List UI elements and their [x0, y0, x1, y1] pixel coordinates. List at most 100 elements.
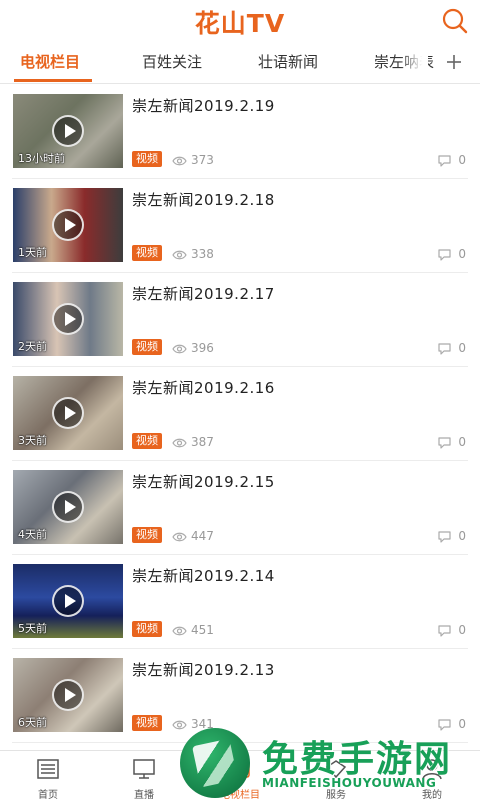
list-item[interactable]: 2天前 崇左新闻2019.2.17 视频 396 0 [0, 273, 480, 367]
view-count: 447 [172, 528, 214, 544]
comment-count[interactable]: 0 [437, 340, 466, 356]
nav-live[interactable]: 直播 [114, 751, 174, 800]
view-count: 341 [172, 716, 214, 732]
play-icon[interactable] [52, 115, 84, 147]
nav-label: 电视栏目 [220, 790, 260, 800]
video-title[interactable]: 崇左新闻2019.2.18 [132, 189, 275, 210]
view-count: 338 [172, 246, 214, 262]
eye-icon [172, 626, 187, 636]
video-thumbnail[interactable]: 4天前 [13, 470, 123, 544]
plus-icon [447, 55, 461, 69]
video-thumbnail[interactable]: 6天前 [13, 658, 123, 732]
view-count: 451 [172, 622, 214, 638]
view-count: 373 [172, 152, 214, 168]
view-count-value: 447 [191, 529, 214, 543]
comment-icon [438, 155, 451, 167]
play-icon[interactable] [52, 209, 84, 241]
comment-icon [438, 531, 451, 543]
comment-icon [438, 437, 451, 449]
tab-public-concern[interactable]: 百姓关注 [142, 42, 202, 83]
nav-label: 首页 [38, 790, 58, 800]
comment-count[interactable]: 0 [437, 246, 466, 262]
comment-count-value: 0 [458, 717, 466, 731]
comment-count-value: 0 [458, 435, 466, 449]
play-icon[interactable] [52, 679, 84, 711]
tab-overflow-fade [400, 42, 428, 83]
time-ago: 1天前 [18, 246, 47, 259]
eye-icon [172, 438, 187, 448]
view-count-value: 373 [191, 153, 214, 167]
video-title[interactable]: 崇左新闻2019.2.15 [132, 471, 275, 492]
time-ago: 2天前 [18, 340, 47, 353]
time-ago: 5天前 [18, 622, 47, 635]
view-count-value: 341 [191, 717, 214, 731]
app-logo: 花山TV [194, 9, 286, 38]
view-count: 396 [172, 340, 214, 356]
eye-icon [172, 344, 187, 354]
video-thumbnail[interactable]: 5天前 [13, 564, 123, 638]
video-thumbnail[interactable]: 3天前 [13, 376, 123, 450]
nav-service[interactable]: 服务 [306, 751, 366, 800]
comment-icon [438, 249, 451, 261]
time-ago: 6天前 [18, 716, 47, 729]
tab-zhuang-news[interactable]: 壮语新闻 [258, 42, 318, 83]
search-icon [442, 8, 468, 34]
video-thumbnail[interactable]: 2天前 [13, 282, 123, 356]
nav-me[interactable]: 我的 [402, 751, 462, 800]
comment-count[interactable]: 0 [437, 434, 466, 450]
divider [12, 742, 468, 743]
eye-icon [172, 156, 187, 166]
video-title[interactable]: 崇左新闻2019.2.19 [132, 95, 275, 116]
list-item[interactable]: 1天前 崇左新闻2019.2.18 视频 338 0 [0, 179, 480, 273]
comment-count-value: 0 [458, 623, 466, 637]
comment-icon [438, 719, 451, 731]
video-thumbnail[interactable]: 1天前 [13, 188, 123, 262]
add-tab-button[interactable] [442, 50, 466, 74]
comment-count[interactable]: 0 [437, 152, 466, 168]
eye-icon [172, 250, 187, 260]
comment-count-value: 0 [458, 247, 466, 261]
video-badge: 视频 [132, 433, 162, 449]
video-title[interactable]: 崇左新闻2019.2.13 [132, 659, 275, 680]
play-icon[interactable] [52, 491, 84, 523]
video-badge: 视频 [132, 527, 162, 543]
video-badge: 视频 [132, 151, 162, 167]
news-icon [37, 759, 59, 779]
comment-icon [438, 343, 451, 355]
comment-count[interactable]: 0 [437, 622, 466, 638]
comment-count[interactable]: 0 [437, 528, 466, 544]
list-item[interactable]: 4天前 崇左新闻2019.2.15 视频 447 0 [0, 461, 480, 555]
search-button[interactable] [440, 6, 470, 36]
list-item[interactable]: 13小时前 崇左新闻2019.2.19 视频 373 0 [0, 85, 480, 179]
nav-label: 服务 [326, 790, 346, 800]
video-title[interactable]: 崇左新闻2019.2.14 [132, 565, 275, 586]
tab-tv-programs[interactable]: 电视栏目 [20, 42, 80, 83]
list-item[interactable]: 6天前 崇左新闻2019.2.13 视频 341 0 [0, 649, 480, 743]
bottom-nav: 首页 直播 电视栏目 服务 我的 [0, 750, 480, 800]
video-title[interactable]: 崇左新闻2019.2.16 [132, 377, 275, 398]
view-count: 387 [172, 434, 214, 450]
view-count-value: 451 [191, 623, 214, 637]
video-badge: 视频 [132, 339, 162, 355]
comment-count-value: 0 [458, 341, 466, 355]
view-count-value: 387 [191, 435, 214, 449]
list-item[interactable]: 3天前 崇左新闻2019.2.16 视频 387 0 [0, 367, 480, 461]
play-icon[interactable] [52, 397, 84, 429]
comment-count[interactable]: 0 [437, 716, 466, 732]
list-item[interactable]: 5天前 崇左新闻2019.2.14 视频 451 0 [0, 555, 480, 649]
nav-label: 我的 [422, 790, 442, 800]
view-count-value: 396 [191, 341, 214, 355]
video-title[interactable]: 崇左新闻2019.2.17 [132, 283, 275, 304]
nav-label: 直播 [134, 790, 154, 800]
service-icon [325, 760, 347, 779]
nav-tv-programs[interactable]: 电视栏目 [210, 751, 270, 800]
active-tab-indicator [14, 79, 92, 82]
user-icon [422, 759, 442, 780]
video-badge: 视频 [132, 715, 162, 731]
nav-home[interactable]: 首页 [18, 751, 78, 800]
video-badge: 视频 [132, 621, 162, 637]
app-header: 花山TV [0, 0, 480, 42]
play-icon[interactable] [52, 303, 84, 335]
video-thumbnail[interactable]: 13小时前 [13, 94, 123, 168]
play-icon[interactable] [52, 585, 84, 617]
